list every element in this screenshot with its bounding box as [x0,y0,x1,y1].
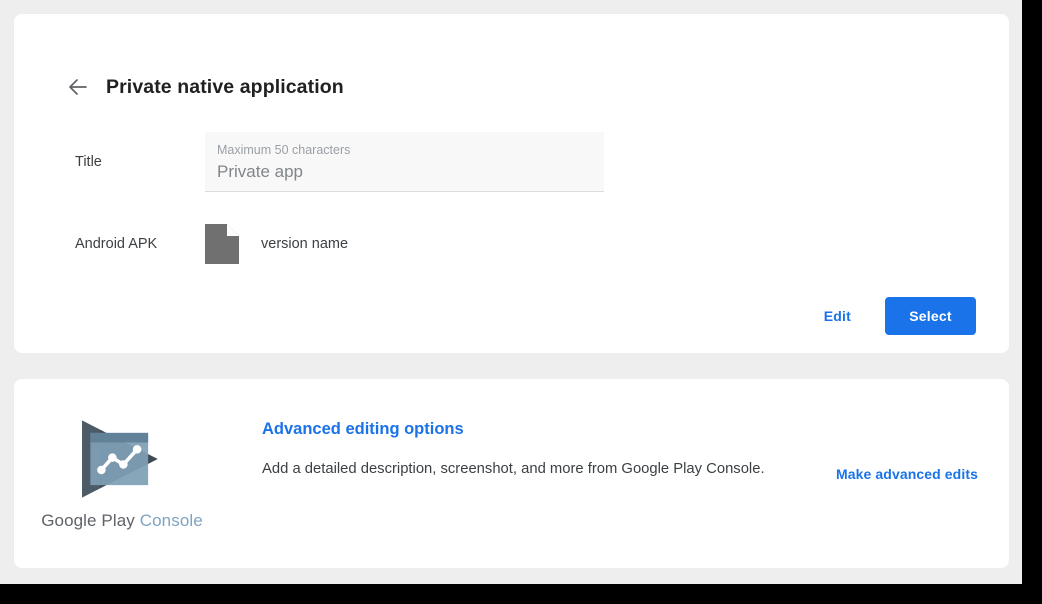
advanced-editing-description: Add a detailed description, screenshot, … [262,461,765,477]
title-input-hint: Maximum 50 characters [217,143,351,157]
title-field-label: Title [75,154,102,170]
make-advanced-edits-link[interactable]: Make advanced edits [836,466,978,482]
google-play-console-logo [82,420,158,498]
app-details-card: Private native application Title Maximum… [14,14,1009,353]
page-background: Private native application Title Maximum… [0,0,1022,584]
page-title: Private native application [106,75,344,98]
wordmark-console: Console [139,511,203,530]
edit-button[interactable]: Edit [808,300,867,332]
apk-file-row: version name [205,224,348,264]
title-input-value: Private app [217,162,303,181]
select-button[interactable]: Select [885,297,976,335]
google-play-console-branding: Google Play Console [38,415,206,531]
screenshot-viewport: Private native application Title Maximum… [0,0,1042,604]
apk-version-name: version name [261,236,349,252]
title-input[interactable]: Maximum 50 characters Private app [205,132,604,192]
wordmark-google-play: Google Play [41,511,135,530]
card-actions: Edit Select [808,297,976,335]
google-play-console-wordmark: Google Play Console [38,511,206,531]
android-apk-label: Android APK [75,236,158,252]
page-header: Private native application [61,60,344,114]
arrow-left-icon[interactable] [61,70,95,104]
document-file-icon [205,224,239,264]
advanced-editing-options-title[interactable]: Advanced editing options [262,420,464,439]
